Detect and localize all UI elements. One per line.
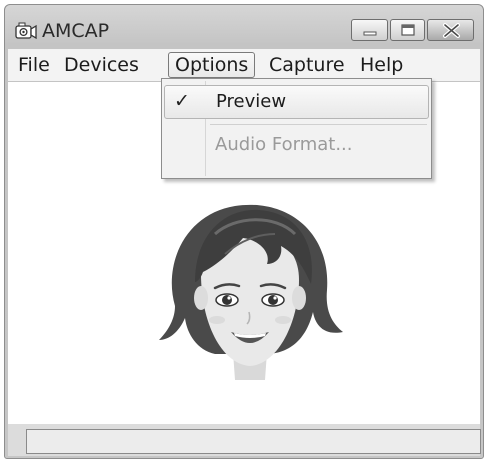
webcam-icon: [15, 22, 37, 40]
checkmark-icon: ✓: [174, 90, 190, 112]
title-bar[interactable]: AMCAP: [5, 5, 483, 45]
menu-options[interactable]: Options: [168, 52, 256, 78]
menu-file[interactable]: File: [12, 52, 56, 78]
menu-bar: File Devices Options Capture Help: [8, 49, 480, 81]
close-icon: [443, 23, 460, 38]
menu-help[interactable]: Help: [354, 52, 409, 78]
window-title: AMCAP: [42, 20, 110, 42]
menu-item-preview-label: Preview: [216, 91, 287, 112]
menu-item-preview[interactable]: ✓ Preview: [164, 85, 429, 119]
maximize-icon: [401, 24, 415, 36]
options-dropdown-menu: ✓ Preview Audio Format...: [161, 78, 432, 179]
status-bar: [8, 424, 481, 456]
menu-capture[interactable]: Capture: [263, 52, 351, 78]
status-field: [26, 429, 481, 454]
minimize-icon: [363, 31, 377, 36]
menu-devices[interactable]: Devices: [58, 52, 145, 78]
minimize-button[interactable]: [351, 19, 388, 41]
close-button[interactable]: [427, 19, 474, 41]
app-window: AMCAP File Devices Options Capture Help: [4, 4, 484, 459]
menu-item-audio-format[interactable]: Audio Format...: [164, 129, 429, 163]
cartoon-woman-face-avatar: [159, 204, 343, 380]
menu-separator: [210, 124, 427, 125]
maximize-button[interactable]: [390, 19, 425, 41]
menu-item-audio-format-label: Audio Format...: [215, 134, 353, 155]
